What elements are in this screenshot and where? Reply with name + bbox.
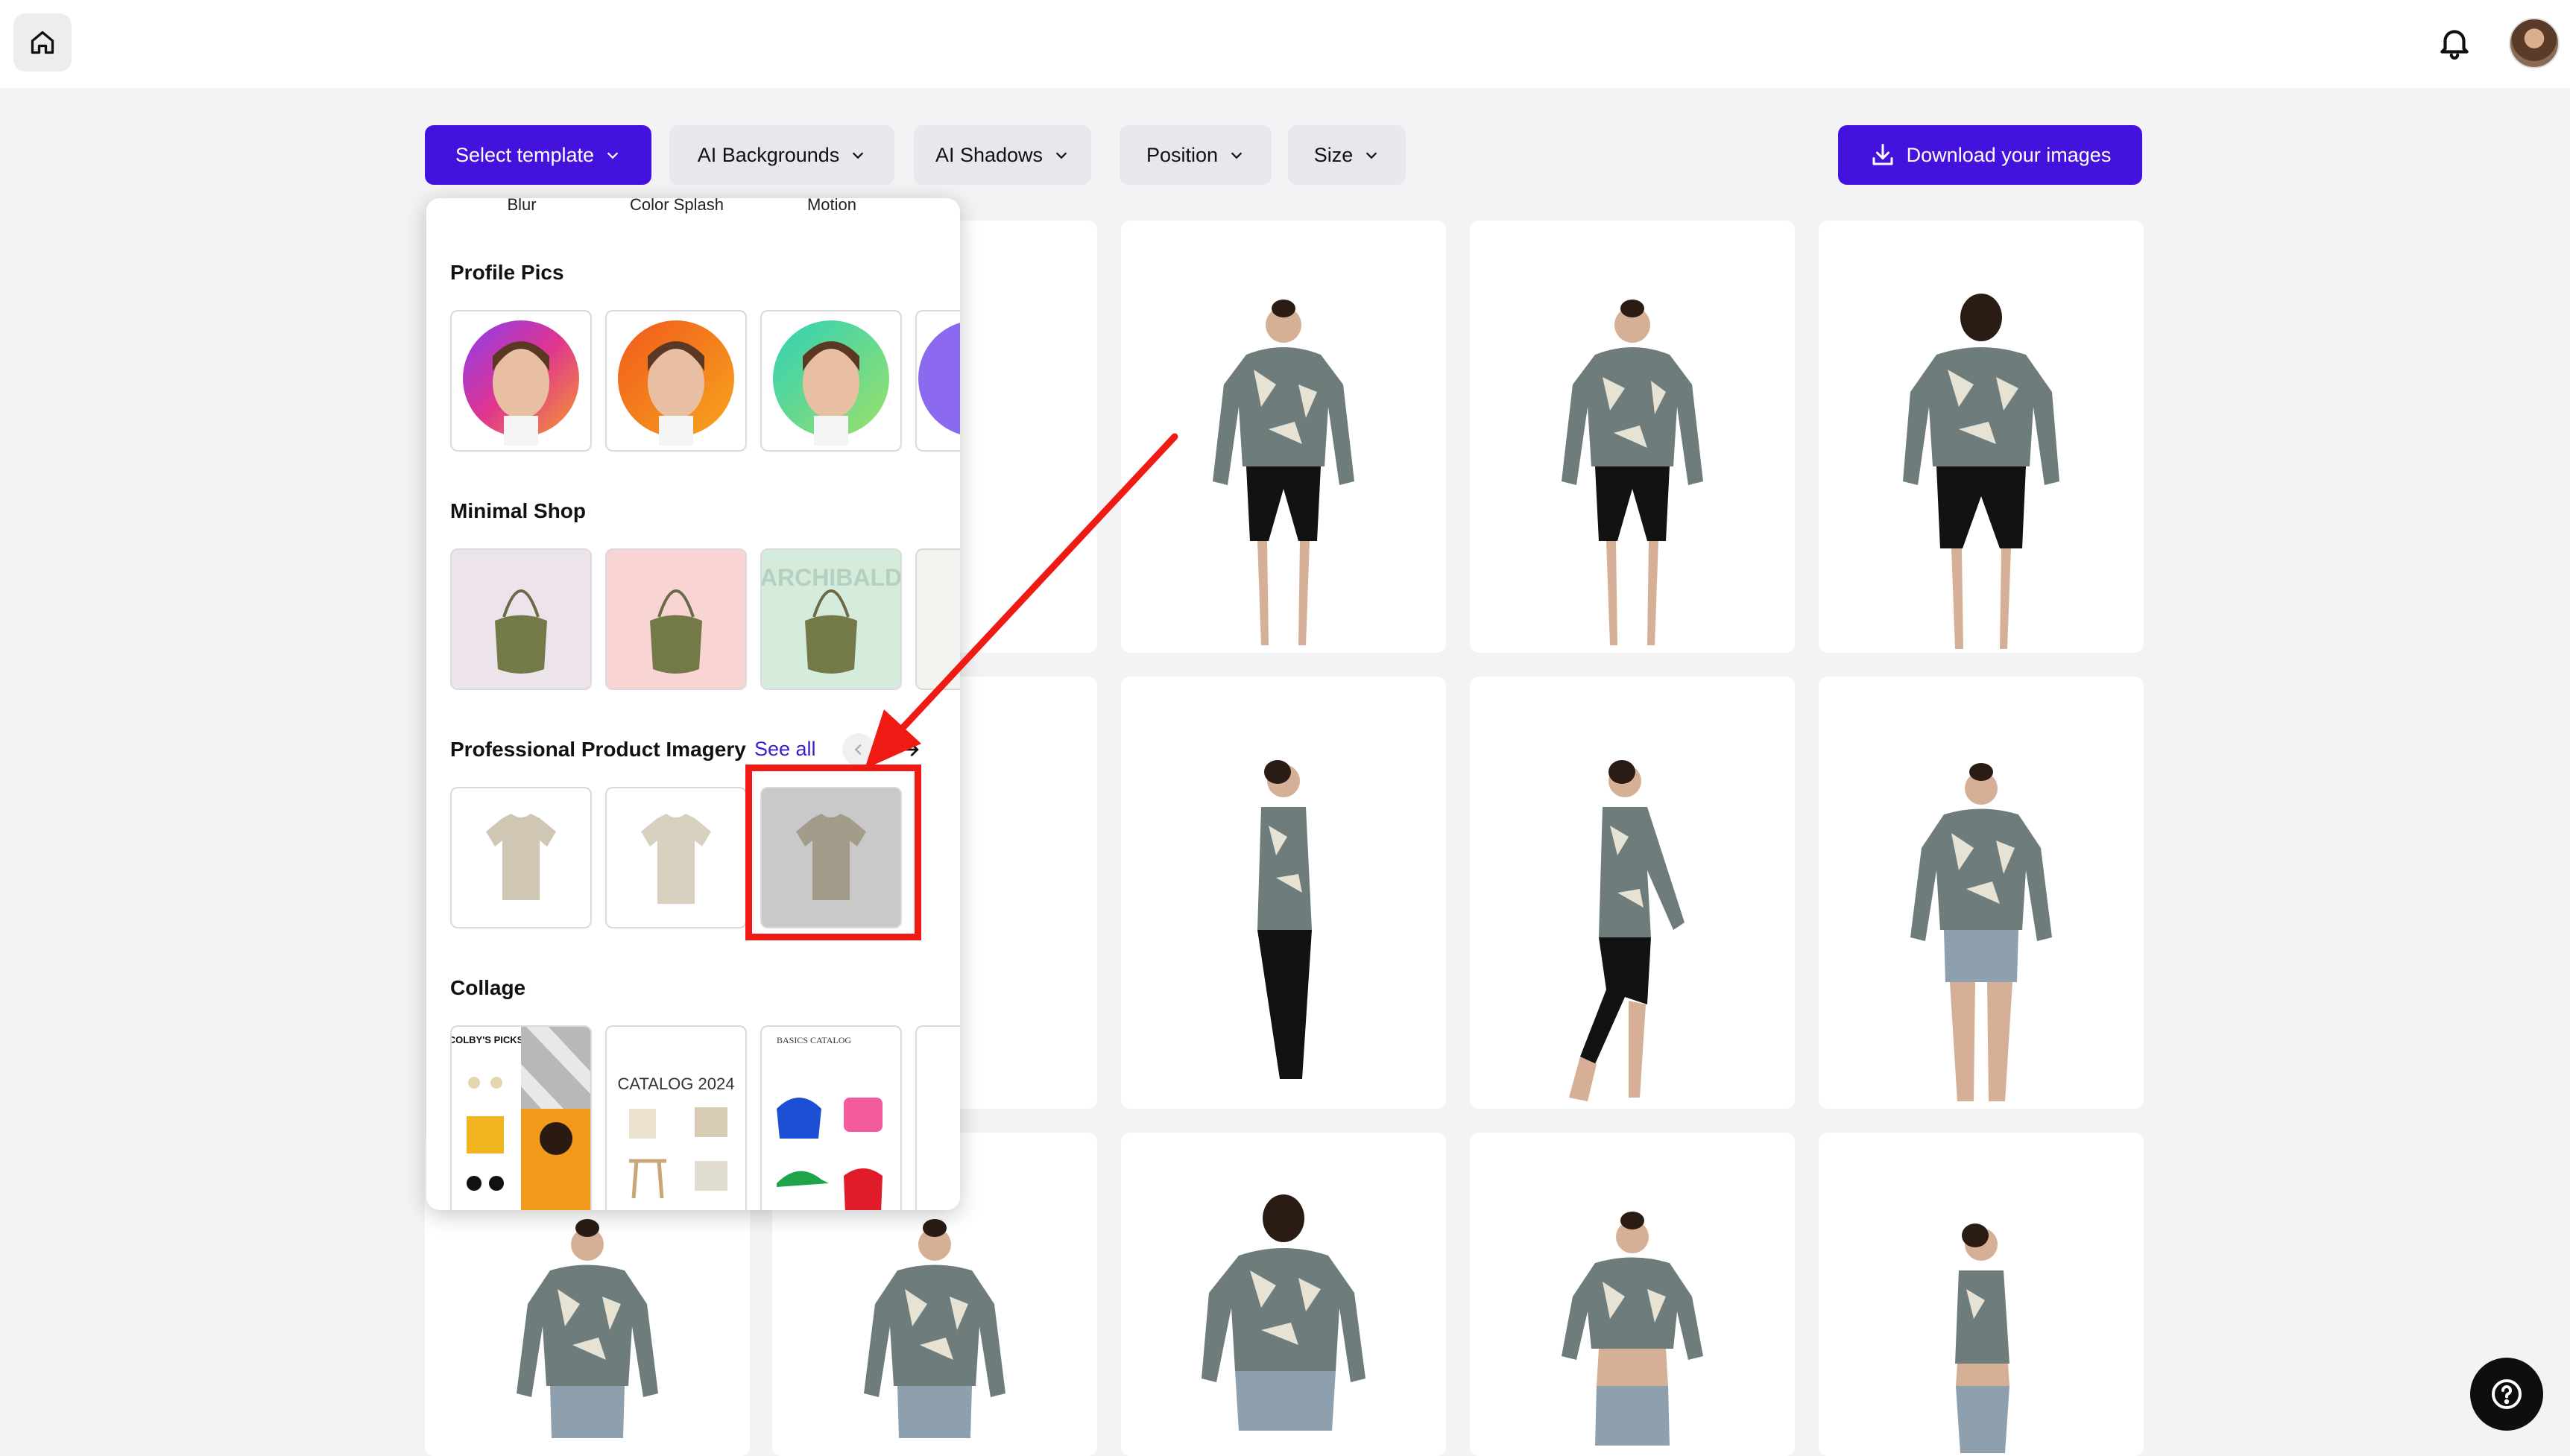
annotation-highlight-box (745, 765, 921, 940)
annotation-arrow (865, 433, 1178, 769)
help-button[interactable] (2470, 1358, 2543, 1431)
help-icon (2492, 1379, 2522, 1409)
